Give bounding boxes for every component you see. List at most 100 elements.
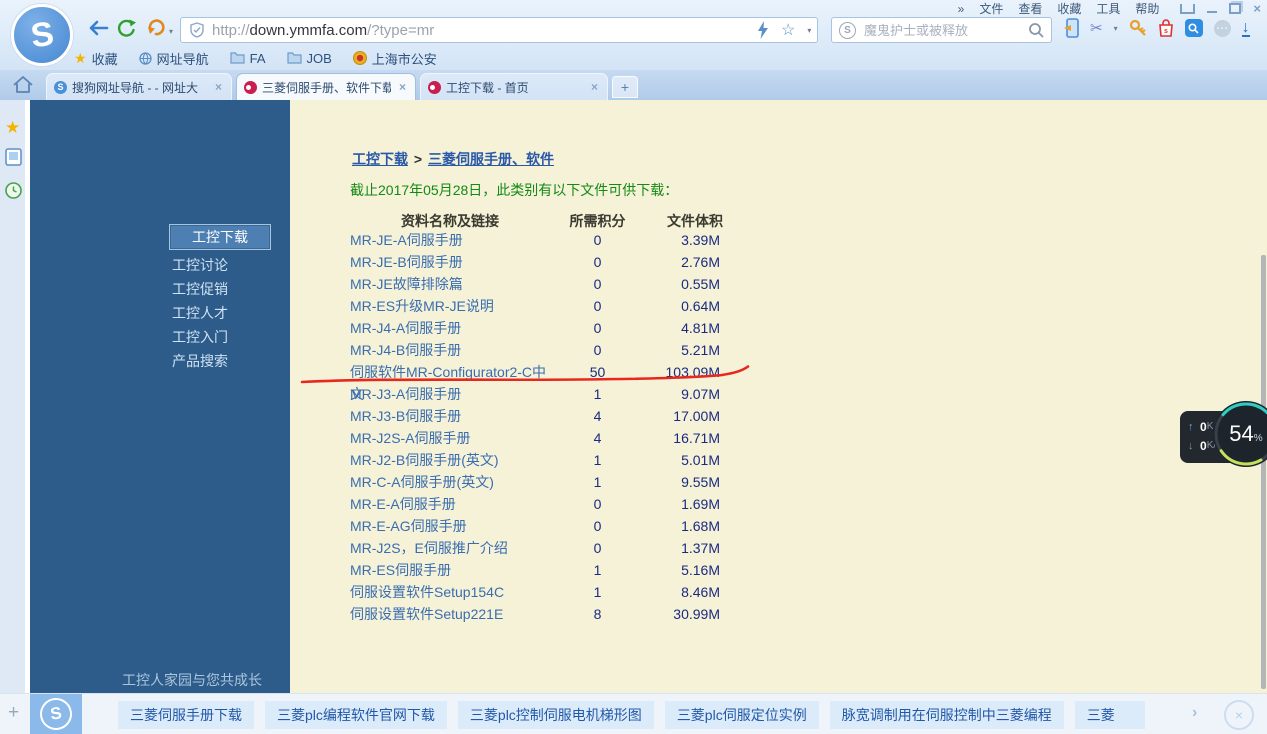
breadcrumb-parent-link[interactable]: 工控下载 (352, 151, 408, 167)
more-tools-icon[interactable]: ⋯ (1214, 20, 1231, 37)
page-search-icon[interactable] (1185, 19, 1203, 37)
screenshot-caret-icon[interactable]: ▾ (1114, 24, 1118, 33)
file-link[interactable]: MR-JE-B伺服手册 (350, 251, 550, 273)
bookmark-folder-fa[interactable]: FA (230, 51, 266, 66)
bottom-add-icon[interactable]: + (8, 702, 19, 724)
file-size: 17.00M (645, 405, 745, 427)
file-link[interactable]: 伺服设置软件Setup221E (350, 603, 550, 625)
menu-file[interactable]: 文件 (979, 0, 1003, 17)
password-key-icon[interactable] (1129, 19, 1147, 37)
tab-sogou-nav[interactable]: S 搜狗网址导航 - - 网址大 × (46, 73, 232, 100)
bookmark-label: JOB (307, 51, 332, 66)
file-link[interactable]: MR-ES伺服手册 (350, 559, 550, 581)
related-link[interactable]: 三菱plc伺服定位实例 (665, 701, 819, 729)
sidebar-item-product-search[interactable]: 产品搜索 (130, 349, 270, 373)
progress-circle[interactable]: 54 % (1212, 400, 1267, 468)
sogou-bottom-logo[interactable]: S (30, 694, 82, 734)
bookmark-folder-job[interactable]: JOB (287, 51, 332, 66)
screenshot-scissors-icon[interactable]: ✂ (1090, 19, 1103, 37)
search-box[interactable]: S (831, 17, 1052, 43)
download-arrow-icon: ↓ (1188, 440, 1200, 452)
file-size: 1.69M (645, 493, 745, 515)
file-points: 0 (550, 273, 645, 295)
related-links: 三菱伺服手册下载 三菱plc编程软件官网下载 三菱plc控制伺服电机梯形图 三菱… (118, 701, 1145, 729)
related-link[interactable]: 脉宽调制用在伺服控制中三菱编程 (830, 701, 1064, 729)
menu-favorites[interactable]: 收藏 (1057, 0, 1081, 17)
tab-gongkong-home[interactable]: 工控下载 - 首页 × (420, 73, 608, 100)
table-row: 伺服设置软件Setup221E830.99M (290, 603, 850, 625)
undo-button[interactable] (147, 18, 167, 37)
globe-icon (139, 52, 152, 65)
file-link[interactable]: MR-J2S，E伺服推广介绍 (350, 537, 550, 559)
reader-panel-icon[interactable] (5, 148, 22, 171)
file-link[interactable]: MR-J4-A伺服手册 (350, 317, 550, 339)
sidebar-item-promo[interactable]: 工控促销 (130, 277, 270, 301)
tab-close-icon[interactable]: × (589, 80, 600, 94)
shopping-bag-icon[interactable]: s (1158, 19, 1174, 37)
bookmark-favorites[interactable]: ★收藏 (74, 49, 118, 68)
menu-help[interactable]: 帮助 (1135, 0, 1159, 17)
search-input[interactable] (862, 22, 1022, 39)
links-next-chevron-icon[interactable]: › (1192, 704, 1197, 722)
address-bar[interactable]: http://down.ymmfa.com/?type=mr (180, 17, 818, 43)
favorite-star-icon[interactable]: ☆ (781, 20, 795, 40)
sogou-favicon: S (54, 81, 67, 94)
tab-close-icon[interactable]: × (397, 80, 408, 94)
breadcrumb-current-link[interactable]: 三菱伺服手册、软件 (428, 151, 554, 167)
file-points: 0 (550, 493, 645, 515)
sidebar-item-intro[interactable]: 工控入门 (130, 325, 270, 349)
related-link-truncated[interactable]: 三菱 (1075, 701, 1145, 729)
download-manager-icon[interactable]: ↓ (1242, 20, 1250, 37)
sidebar-slogan: 工控人家园与您共成长 (30, 670, 290, 690)
bookmark-nav-site[interactable]: 网址导航 (139, 49, 209, 68)
home-button[interactable] (12, 75, 34, 99)
address-caret-icon[interactable]: ▾ (807, 26, 811, 35)
new-tab-button[interactable]: + (612, 76, 638, 98)
sogou-logo[interactable]: S (11, 4, 73, 66)
related-link[interactable]: 三菱伺服手册下载 (118, 701, 254, 729)
file-link[interactable]: MR-E-A伺服手册 (350, 493, 550, 515)
file-link[interactable]: MR-J3-B伺服手册 (350, 405, 550, 427)
sidebar-item-downloads[interactable]: 工控下载 (169, 224, 271, 250)
tab-mitsubishi-downloads[interactable]: 三菱伺服手册、软件下载 × (236, 73, 416, 100)
tab-close-icon[interactable]: × (213, 80, 224, 94)
restore-icon[interactable] (1229, 3, 1241, 14)
sidebar-item-jobs[interactable]: 工控人才 (130, 301, 270, 325)
history-clock-icon[interactable] (5, 182, 22, 204)
file-link[interactable]: MR-JE故障排除篇 (350, 273, 550, 295)
page-scrollbar[interactable] (1261, 255, 1266, 689)
file-link[interactable]: 伺服设置软件Setup154C (350, 581, 550, 603)
file-link[interactable]: MR-J4-B伺服手册 (350, 339, 550, 361)
refresh-button[interactable] (116, 18, 137, 39)
lightning-icon[interactable] (757, 21, 769, 39)
file-link[interactable]: MR-E-AG伺服手册 (350, 515, 550, 537)
related-link[interactable]: 三菱plc编程软件官网下载 (265, 701, 447, 729)
file-link[interactable]: MR-J2S-A伺服手册 (350, 427, 550, 449)
file-size: 2.76M (645, 251, 745, 273)
bookmark-police[interactable]: 上海市公安 (353, 49, 437, 68)
file-link[interactable]: MR-ES升级MR-JE说明 (350, 295, 550, 317)
search-icon[interactable] (1028, 22, 1044, 38)
file-link[interactable]: MR-J3-A伺服手册 (350, 383, 550, 405)
send-to-phone-icon[interactable] (1064, 18, 1079, 38)
menu-view[interactable]: 查看 (1018, 0, 1042, 17)
file-link[interactable]: MR-J2-B伺服手册(英文) (350, 449, 550, 471)
bookmark-label: 网址导航 (157, 49, 209, 68)
menu-overflow-icon[interactable]: » (958, 2, 965, 16)
file-link[interactable]: MR-C-A伺服手册(英文) (350, 471, 550, 493)
sidebar-item-forum[interactable]: 工控讨论 (130, 253, 270, 277)
skin-icon[interactable] (1180, 4, 1195, 14)
undo-caret-icon[interactable]: ▾ (169, 27, 173, 36)
close-icon[interactable]: × (1253, 1, 1261, 16)
favorites-panel-icon[interactable]: ★ (5, 118, 20, 138)
file-size: 5.21M (645, 339, 745, 361)
bottom-bar-close-icon[interactable]: × (1224, 700, 1254, 730)
file-link[interactable]: MR-JE-A伺服手册 (350, 229, 550, 251)
file-link[interactable]: 伺服软件MR-Configurator2-C中文 (350, 361, 550, 383)
file-points: 0 (550, 295, 645, 317)
minimize-icon[interactable] (1207, 11, 1217, 13)
back-button[interactable] (86, 18, 110, 38)
related-link[interactable]: 三菱plc控制伺服电机梯形图 (458, 701, 654, 729)
menu-tools[interactable]: 工具 (1096, 0, 1120, 17)
svg-text:s: s (1164, 28, 1168, 35)
